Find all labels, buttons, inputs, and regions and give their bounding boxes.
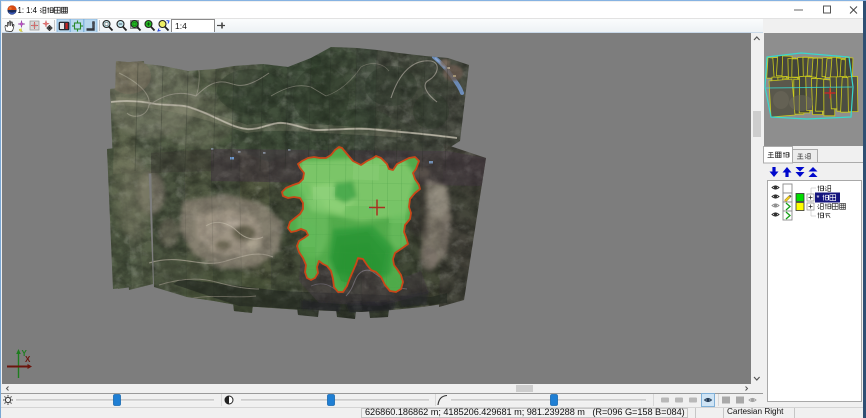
svg-text:1:4: 1:4 xyxy=(175,21,187,31)
svg-text:X: X xyxy=(25,355,31,364)
svg-text:*: * xyxy=(817,193,820,202)
